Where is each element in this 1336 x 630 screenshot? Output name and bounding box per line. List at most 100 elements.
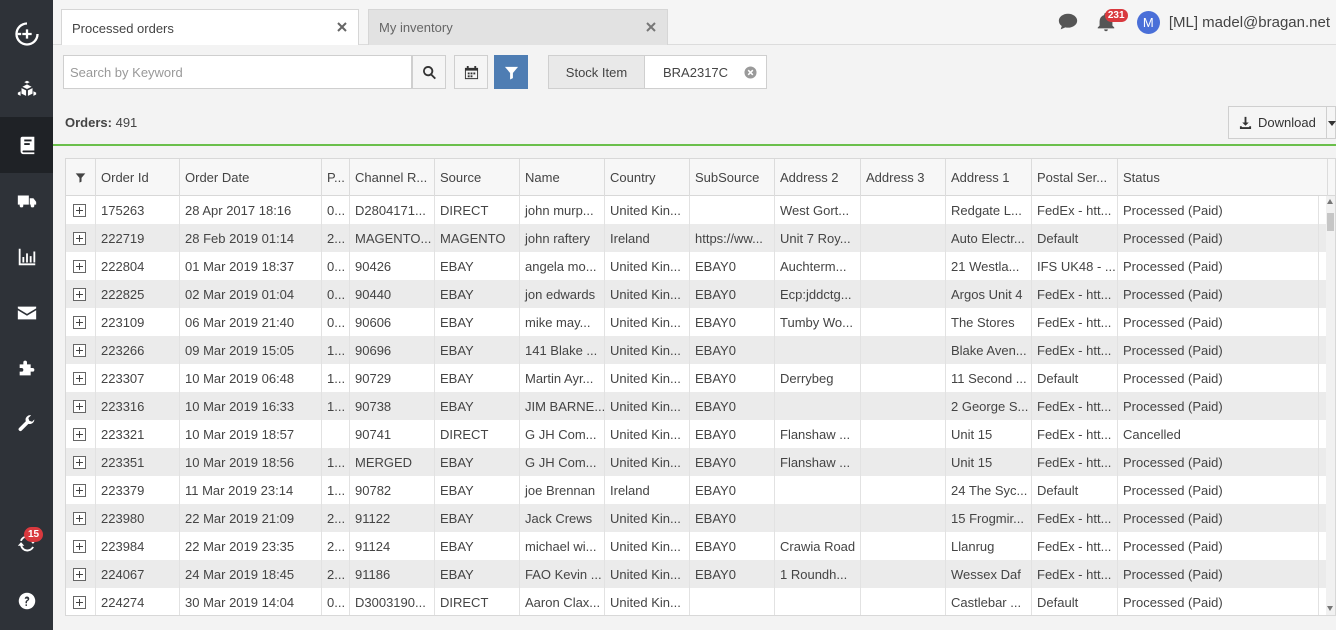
expand-plus-icon[interactable] <box>73 567 86 581</box>
expand-cell[interactable] <box>66 420 96 448</box>
expand-plus-icon[interactable] <box>73 203 86 217</box>
cell-name: Martin Ayr... <box>520 364 605 392</box>
table-row[interactable]: 222804 01 Mar 2019 18:37 0... 90426 EBAY ange… <box>66 252 1328 280</box>
filter-button[interactable] <box>494 55 528 89</box>
sidebar-item-reports[interactable] <box>0 229 53 285</box>
table-row[interactable]: 222719 28 Feb 2019 01:14 2... MAGENTO... MAG… <box>66 224 1328 252</box>
expand-cell[interactable] <box>66 560 96 588</box>
tab-processed-orders[interactable]: Processed orders <box>61 9 359 46</box>
column-header-order-date[interactable]: Order Date <box>180 159 322 196</box>
column-header-address-3[interactable]: Address 3 <box>861 159 946 196</box>
cell-country: United Kin... <box>605 392 690 420</box>
table-row[interactable]: 224067 24 Mar 2019 18:45 2... 91186 EBAY FAO … <box>66 560 1328 588</box>
cell-priority: 1... <box>322 364 350 392</box>
table-row[interactable]: 223980 22 Mar 2019 21:09 2... 91122 EBAY Jack… <box>66 504 1328 532</box>
tab-my-inventory[interactable]: My inventory <box>368 9 668 45</box>
column-header-subsource[interactable]: SubSource <box>690 159 775 196</box>
column-header-source[interactable]: Source <box>435 159 520 196</box>
expand-plus-icon[interactable] <box>73 399 86 413</box>
sidebar-item-help[interactable] <box>0 573 53 629</box>
expand-cell[interactable] <box>66 392 96 420</box>
column-header-name[interactable]: Name <box>520 159 605 196</box>
clear-filter-icon[interactable] <box>744 66 757 79</box>
download-label: Download <box>1258 115 1316 130</box>
column-header-status[interactable]: Status <box>1118 159 1328 196</box>
table-row[interactable]: 175263 28 Apr 2017 18:16 0... D2804171... DI… <box>66 196 1328 224</box>
expand-plus-icon[interactable] <box>73 231 86 245</box>
cell-order-date: 02 Mar 2019 01:04 <box>180 280 322 308</box>
expand-plus-icon[interactable] <box>73 595 86 609</box>
table-row[interactable]: 223351 10 Mar 2019 18:56 1... MERGED EBAY G J… <box>66 448 1328 476</box>
sidebar-item-messages[interactable] <box>0 285 53 341</box>
scroll-up-icon[interactable] <box>1327 199 1333 204</box>
cell-status: Processed (Paid) <box>1118 448 1319 476</box>
expand-plus-icon[interactable] <box>73 287 86 301</box>
scroll-thumb[interactable] <box>1327 213 1334 231</box>
expand-cell[interactable] <box>66 448 96 476</box>
table-row[interactable]: 223321 10 Mar 2019 18:57 90741 DIRECT G JH C… <box>66 420 1328 448</box>
column-header-address-2[interactable]: Address 2 <box>775 159 861 196</box>
column-header-address-1[interactable]: Address 1 <box>946 159 1032 196</box>
sidebar-item-settings[interactable] <box>0 396 53 452</box>
column-filter-cell[interactable] <box>66 159 96 196</box>
cell-address-1: Castlebar ... <box>946 588 1032 615</box>
column-header-country[interactable]: Country <box>605 159 690 196</box>
date-filter-button[interactable] <box>454 55 488 89</box>
table-row[interactable]: 223316 10 Mar 2019 16:33 1... 90738 EBAY JIM … <box>66 392 1328 420</box>
expand-plus-icon[interactable] <box>73 427 86 441</box>
cell-address-2 <box>775 336 861 364</box>
expand-cell[interactable] <box>66 588 96 615</box>
sidebar-item-sync[interactable]: 15 <box>0 515 53 571</box>
cell-order-date: 28 Apr 2017 18:16 <box>180 196 322 224</box>
table-row[interactable]: 223307 10 Mar 2019 06:48 1... 90729 EBAY Mart… <box>66 364 1328 392</box>
expand-cell[interactable] <box>66 336 96 364</box>
vertical-scrollbar[interactable] <box>1326 196 1335 615</box>
expand-plus-icon[interactable] <box>73 539 86 553</box>
notifications-button[interactable]: 231 <box>1095 8 1128 35</box>
download-dropdown-toggle[interactable] <box>1326 107 1336 138</box>
close-icon[interactable] <box>336 21 348 33</box>
expand-plus-icon[interactable] <box>73 455 86 469</box>
search-button[interactable] <box>412 55 446 89</box>
expand-plus-icon[interactable] <box>73 483 86 497</box>
sidebar-item-orders[interactable] <box>0 117 53 173</box>
sidebar-item-apps[interactable] <box>0 340 53 396</box>
table-row[interactable]: 223266 09 Mar 2019 15:05 1... 90696 EBAY 141 … <box>66 336 1328 364</box>
expand-plus-icon[interactable] <box>73 371 86 385</box>
table-row[interactable]: 224274 30 Mar 2019 14:04 0... D3003190... DI… <box>66 588 1328 615</box>
table-row[interactable]: 222825 02 Mar 2019 01:04 0... 90440 EBAY jon … <box>66 280 1328 308</box>
column-header-order-id[interactable]: Order Id <box>96 159 180 196</box>
sidebar-item-add[interactable] <box>0 6 53 62</box>
expand-cell[interactable] <box>66 280 96 308</box>
chat-button[interactable] <box>1057 11 1081 35</box>
table-row[interactable]: 223379 11 Mar 2019 23:14 1... 90782 EBAY joe … <box>66 476 1328 504</box>
expand-cell[interactable] <box>66 476 96 504</box>
expand-plus-icon[interactable] <box>73 315 86 329</box>
download-button[interactable]: Download <box>1228 106 1336 139</box>
close-icon[interactable] <box>645 21 657 33</box>
avatar[interactable]: M <box>1136 11 1160 34</box>
column-header-postal-service[interactable]: Postal Ser... <box>1032 159 1118 196</box>
column-header-channel-ref[interactable]: Channel R... <box>350 159 435 196</box>
sidebar-item-shipping[interactable] <box>0 173 53 229</box>
table-row[interactable]: 223109 06 Mar 2019 21:40 0... 90606 EBAY mike… <box>66 308 1328 336</box>
expand-cell[interactable] <box>66 252 96 280</box>
expand-plus-icon[interactable] <box>73 343 86 357</box>
expand-cell[interactable] <box>66 224 96 252</box>
scroll-down-icon[interactable] <box>1327 606 1333 611</box>
user-name[interactable]: [ML] madel@bragan.net <box>1169 14 1330 31</box>
column-header-priority[interactable]: P... <box>322 159 350 196</box>
expand-cell[interactable] <box>66 532 96 560</box>
sidebar-item-inventory[interactable] <box>0 61 53 117</box>
expand-cell[interactable] <box>66 504 96 532</box>
table-row[interactable]: 223984 22 Mar 2019 23:35 2... 91124 EBAY mich… <box>66 532 1328 560</box>
cell-subsource: EBAY0 <box>690 532 775 560</box>
expand-plus-icon[interactable] <box>73 259 86 273</box>
expand-cell[interactable] <box>66 196 96 224</box>
cell-priority: 1... <box>322 336 350 364</box>
search-input[interactable] <box>63 55 412 89</box>
expand-plus-icon[interactable] <box>73 511 86 525</box>
cell-postal-service: FedEx - htt... <box>1032 420 1118 448</box>
expand-cell[interactable] <box>66 308 96 336</box>
expand-cell[interactable] <box>66 364 96 392</box>
